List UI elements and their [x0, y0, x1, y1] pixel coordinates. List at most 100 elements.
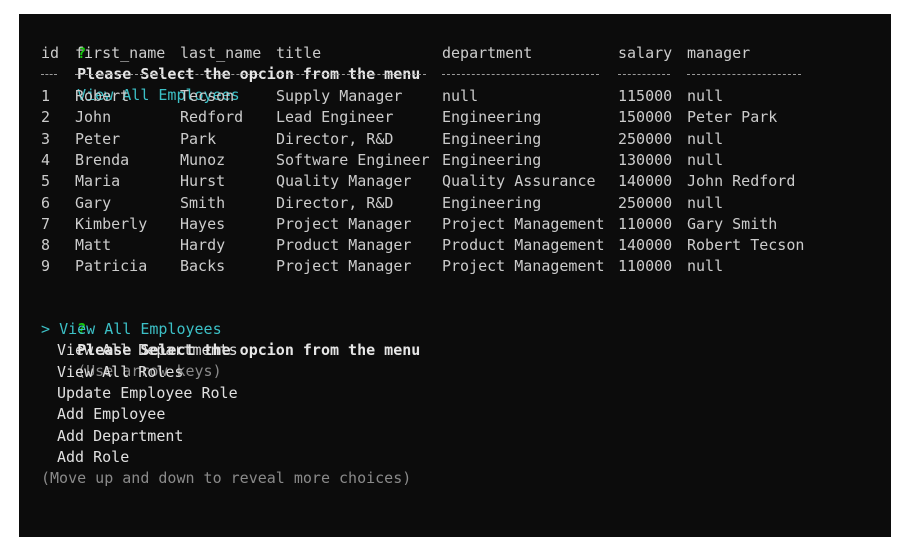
- menu-item-label: View All Employees: [59, 320, 222, 338]
- menu-item-add-department[interactable]: Add Department: [41, 426, 183, 447]
- cell-manager: Peter Park: [687, 108, 778, 127]
- cell-title: Lead Engineer: [276, 108, 394, 127]
- cell-id: 4: [41, 150, 51, 169]
- cell-last-name: Park: [180, 129, 217, 148]
- menu-item-label: Add Employee: [57, 405, 166, 424]
- separator-manager: [687, 74, 801, 75]
- cell-last-name: Hurst: [180, 172, 226, 191]
- cell-first-name: Maria: [75, 172, 121, 191]
- cell-id: 6: [41, 193, 51, 212]
- cell-first-name: Kimberly: [75, 214, 148, 233]
- menu-item-view-all-employees[interactable]: > View All Employees: [41, 319, 222, 340]
- cell-department: Engineering: [442, 193, 542, 212]
- menu-item-label: View All Roles: [57, 362, 184, 381]
- cell-id: 8: [41, 236, 51, 255]
- cell-first-name: Patricia: [75, 257, 148, 276]
- cell-id: 2: [41, 108, 51, 127]
- cell-title: Software Engineer: [276, 150, 430, 169]
- separator-id: [41, 74, 57, 75]
- cell-department: Engineering: [442, 129, 542, 148]
- separator-salary: [618, 74, 670, 75]
- cell-id: 7: [41, 214, 51, 233]
- cell-salary: 110000: [618, 214, 673, 233]
- cell-manager: null: [687, 150, 724, 169]
- table-row: 1 Robert Tecson Supply Manager null 115000 nul…: [41, 86, 871, 107]
- cell-salary: 140000: [618, 236, 673, 255]
- cell-title: Director, R&D: [276, 193, 394, 212]
- cell-first-name: Peter: [75, 129, 121, 148]
- header-first-name: first_name: [75, 44, 166, 62]
- cell-last-name: Hardy: [180, 236, 226, 255]
- menu-item-label: Update Employee Role: [57, 383, 238, 402]
- cell-id: 1: [41, 87, 51, 105]
- cell-title: Director, R&D: [276, 129, 394, 148]
- table-row: 8 Matt Hardy Product Manager Product Managem…: [41, 235, 871, 256]
- menu-item-add-employee[interactable]: Add Employee: [41, 404, 165, 425]
- separator-title: [276, 74, 426, 75]
- table-row: 2 John Redford Lead Engineer Engineering 1500…: [41, 107, 871, 128]
- cell-manager: Gary Smith: [687, 214, 778, 233]
- cell-last-name: Munoz: [180, 150, 226, 169]
- prompt-line-1: ? Please Select the opcion from the menu…: [41, 22, 420, 104]
- cell-department: Project Management: [442, 257, 605, 276]
- cell-department: Product Management: [442, 236, 605, 255]
- cell-department: null: [442, 87, 479, 105]
- cell-salary: 130000: [618, 150, 673, 169]
- separator-first-name: [75, 74, 163, 75]
- menu-item-view-all-roles[interactable]: View All Roles: [41, 362, 183, 383]
- header-id: id: [41, 44, 60, 62]
- cell-id: 5: [41, 172, 51, 191]
- header-last-name: last_name: [180, 44, 262, 62]
- menu-item-view-all-departments[interactable]: View All Departments: [41, 340, 238, 361]
- table-header: id first_name last_name title department…: [41, 43, 871, 64]
- cell-manager: null: [687, 193, 724, 212]
- header-department: department: [442, 44, 533, 62]
- cell-id: 9: [41, 257, 51, 276]
- cell-first-name: Brenda: [75, 150, 130, 169]
- cell-salary: 115000: [618, 87, 673, 105]
- cell-title: Supply Manager: [276, 87, 403, 105]
- cell-department: Quality Assurance: [442, 172, 596, 191]
- cell-manager: John Redford: [687, 172, 796, 191]
- pointer-icon: >: [41, 320, 51, 338]
- cell-salary: 110000: [618, 257, 673, 276]
- table-row: 5 Maria Hurst Quality Manager Quality Assura…: [41, 171, 871, 192]
- separator-department: [442, 74, 599, 75]
- header-manager: manager: [687, 44, 751, 62]
- table-row: 7 Kimberly Hayes Project Manager Project Man…: [41, 214, 871, 235]
- cell-salary: 250000: [618, 129, 673, 148]
- cell-last-name: Hayes: [180, 214, 226, 233]
- prompt-line-2: ? Please Select the opcion from the menu…: [41, 298, 420, 380]
- cell-salary: 140000: [618, 172, 673, 191]
- menu-item-update-employee-role[interactable]: Update Employee Role: [41, 383, 238, 404]
- cell-first-name: John: [75, 108, 112, 127]
- table-row: 3 Peter Park Director, R&D Engineering 250000…: [41, 129, 871, 150]
- cell-manager: null: [687, 129, 724, 148]
- menu-item-label: View All Departments: [57, 341, 238, 360]
- header-title: title: [276, 44, 322, 62]
- cell-manager: null: [687, 257, 724, 276]
- cell-last-name: Tecson: [180, 87, 235, 105]
- header-salary: salary: [618, 44, 673, 62]
- cell-department: Engineering: [442, 108, 542, 127]
- cell-last-name: Backs: [180, 257, 226, 276]
- terminal-window[interactable]: ? Please Select the opcion from the menu…: [19, 14, 891, 537]
- menu-item-label: Add Role: [57, 447, 130, 466]
- menu-item-label: Add Department: [57, 426, 184, 445]
- cell-last-name: Redford: [180, 108, 244, 127]
- separator-last-name: [180, 74, 260, 75]
- cell-manager: Robert Tecson: [687, 236, 805, 255]
- cell-title: Project Manager: [276, 257, 412, 276]
- menu-item-add-role[interactable]: Add Role: [41, 447, 129, 468]
- cell-title: Quality Manager: [276, 172, 412, 191]
- cell-first-name: Matt: [75, 236, 112, 255]
- cell-title: Product Manager: [276, 236, 412, 255]
- cell-title: Project Manager: [276, 214, 412, 233]
- cell-id: 3: [41, 129, 51, 148]
- cell-manager: null: [687, 87, 724, 105]
- cell-salary: 250000: [618, 193, 673, 212]
- cell-last-name: Smith: [180, 193, 226, 212]
- cell-first-name: Gary: [75, 193, 112, 212]
- menu-footer-hint: (Move up and down to reveal more choices…: [41, 469, 412, 487]
- table-row: 6 Gary Smith Director, R&D Engineering 250000…: [41, 193, 871, 214]
